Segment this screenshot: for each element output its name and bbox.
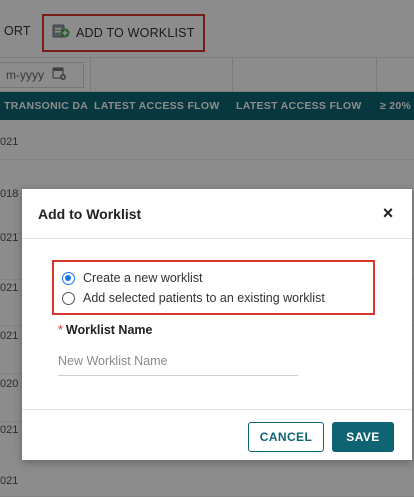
dialog-header: Add to Worklist × <box>22 189 412 239</box>
worklist-name-label: * Worklist Name <box>58 323 152 337</box>
radio-create-new[interactable] <box>62 271 75 285</box>
option-create-new-worklist[interactable]: Create a new worklist <box>62 268 365 288</box>
option-add-to-existing-worklist[interactable]: Add selected patients to an existing wor… <box>62 288 365 308</box>
cancel-button[interactable]: CANCEL <box>248 422 324 452</box>
worklist-options-group: Create a new worklist Add selected patie… <box>52 260 375 315</box>
worklist-name-input[interactable] <box>58 346 298 376</box>
dialog-title: Add to Worklist <box>38 206 142 222</box>
save-button[interactable]: SAVE <box>332 422 394 452</box>
add-to-worklist-dialog: Add to Worklist × Create a new worklist … <box>22 189 412 460</box>
option-label: Add selected patients to an existing wor… <box>83 291 325 305</box>
worklist-name-label-text: Worklist Name <box>65 323 153 337</box>
radio-add-existing[interactable] <box>62 291 75 305</box>
dialog-footer: CANCEL SAVE <box>22 409 412 460</box>
required-indicator: * <box>58 323 63 337</box>
option-label: Create a new worklist <box>83 271 203 285</box>
close-icon[interactable]: × <box>376 201 400 225</box>
